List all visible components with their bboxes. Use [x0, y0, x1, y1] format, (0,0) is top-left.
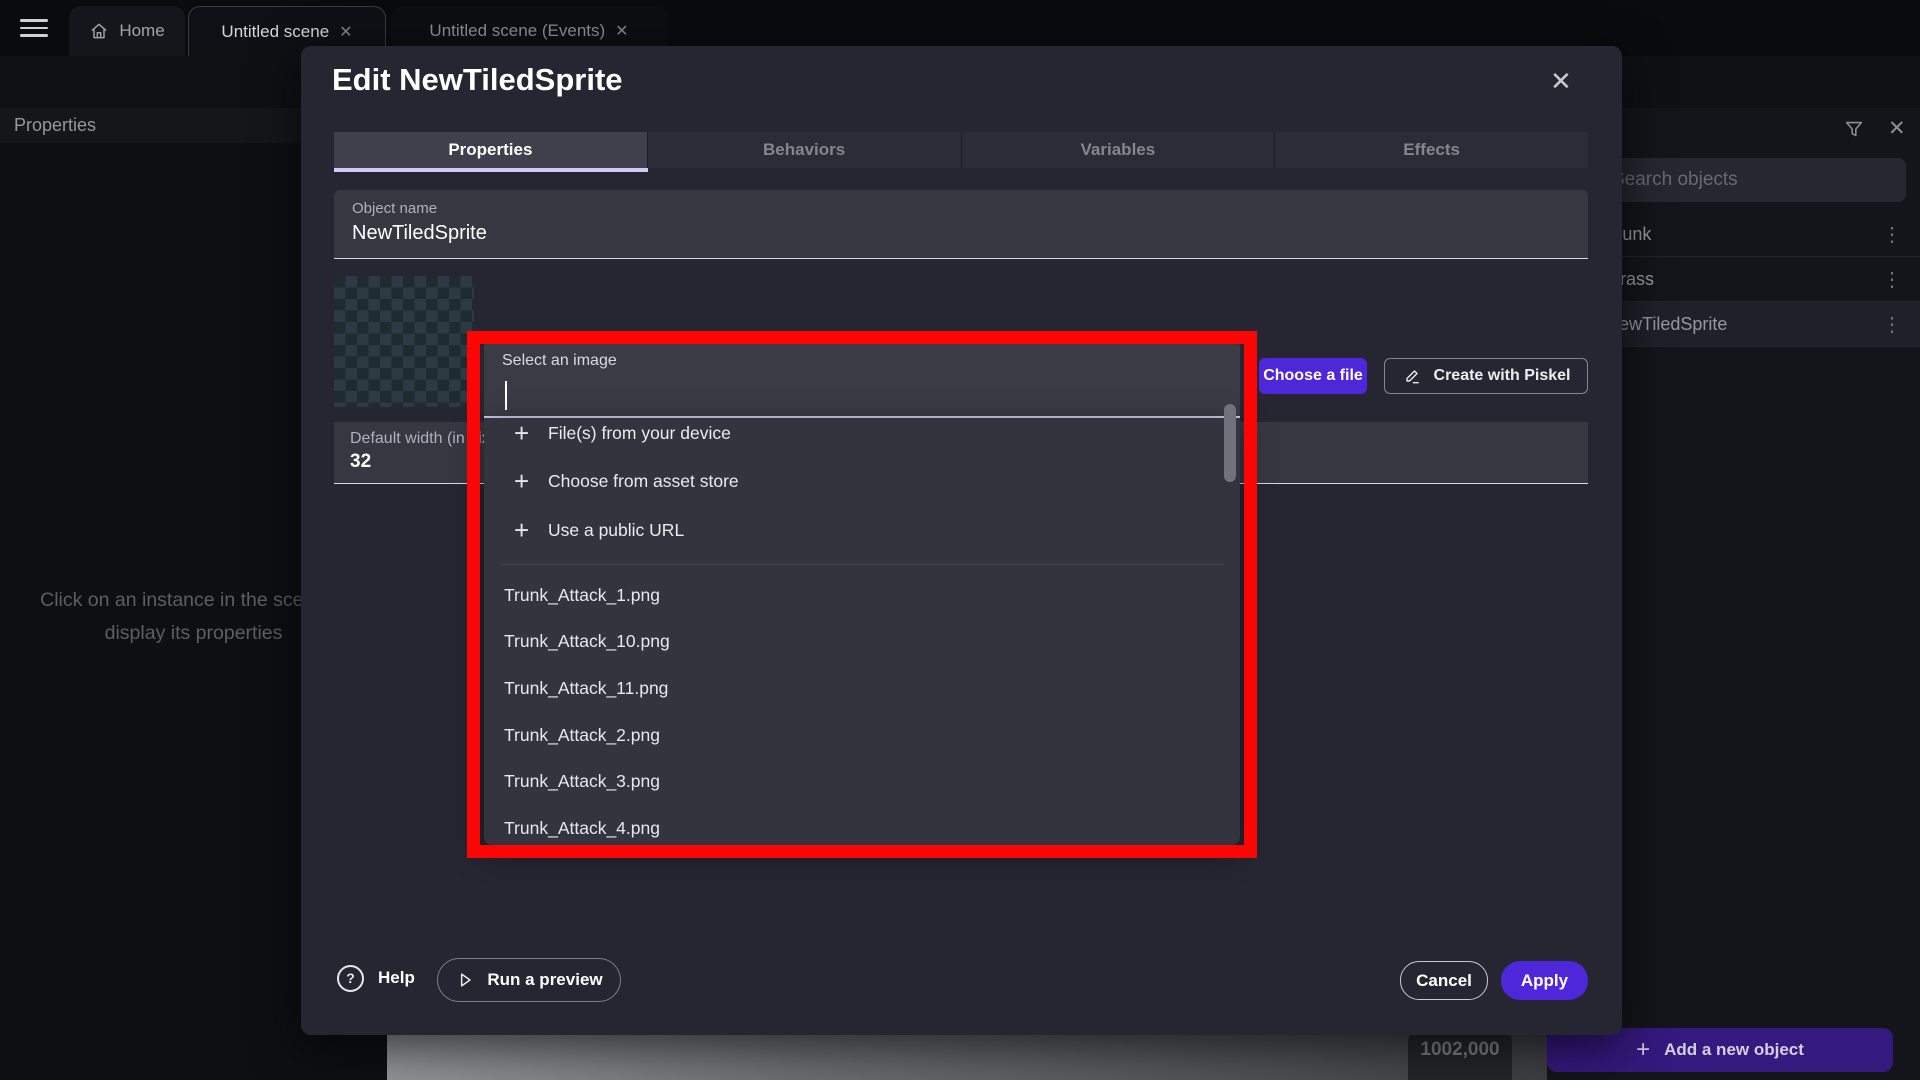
annotation-highlight-rectangle [467, 331, 1257, 858]
pencil-icon [1402, 366, 1422, 386]
active-tab-underline [334, 168, 648, 172]
default-width-value[interactable]: 32 [350, 451, 371, 473]
object-name-value[interactable]: NewTiledSprite [352, 222, 487, 245]
scene-canvas-edge [387, 1035, 1547, 1080]
tab-properties[interactable]: Properties [334, 132, 647, 168]
tab-scene-close-icon[interactable]: ✕ [339, 22, 352, 42]
dialog-close-icon[interactable]: ✕ [1550, 68, 1572, 94]
tab-home-label: Home [119, 21, 164, 41]
tab-events-label: Untitled scene (Events) [429, 21, 605, 41]
tab-effects[interactable]: Effects [1274, 132, 1588, 168]
object-row-menu-icon[interactable]: ⋮ [1882, 222, 1902, 247]
dialog-title: Edit NewTiledSprite [332, 62, 623, 98]
object-row-menu-icon[interactable]: ⋮ [1882, 312, 1902, 337]
play-icon [455, 970, 475, 990]
run-preview-button[interactable]: Run a preview [437, 958, 621, 1002]
object-name: NewTiledSprite [1606, 314, 1727, 335]
cancel-button[interactable]: Cancel [1400, 961, 1488, 1000]
objects-panel-close-icon[interactable]: ✕ [1888, 116, 1906, 141]
field-underline [334, 258, 1588, 259]
object-row-menu-icon[interactable]: ⋮ [1882, 267, 1902, 292]
tab-behaviors[interactable]: Behaviors [647, 132, 961, 168]
choose-a-file-button[interactable]: Choose a file [1259, 358, 1367, 394]
search-objects-input[interactable]: Search objects [1598, 158, 1906, 202]
cursor-coordinates-badge: 1002,000 [1408, 1031, 1512, 1080]
properties-panel-title: Properties [14, 115, 96, 136]
question-mark-icon: ? [337, 965, 364, 992]
gdevelop-app-window: Home Untitled scene ✕ Untitled scene (Ev… [0, 0, 1920, 1080]
dialog-tabs: Properties Behaviors Variables Effects [334, 132, 1588, 168]
help-button[interactable]: ? Help [337, 962, 415, 994]
sprite-preview-checkerboard [334, 276, 474, 407]
tab-events-close-icon[interactable]: ✕ [615, 21, 628, 41]
create-with-piskel-button[interactable]: Create with Piskel [1384, 358, 1588, 394]
object-name-label: Object name [352, 200, 437, 217]
home-icon [89, 21, 109, 41]
filter-icon[interactable] [1843, 118, 1865, 140]
tab-scene-label: Untitled scene [221, 22, 329, 42]
tab-variables[interactable]: Variables [961, 132, 1275, 168]
hamburger-menu-button[interactable] [20, 19, 48, 37]
apply-button[interactable]: Apply [1501, 961, 1588, 1000]
object-name-field[interactable]: Object name NewTiledSprite [334, 190, 1588, 258]
plus-icon: + [1636, 1036, 1650, 1064]
tab-home[interactable]: Home [69, 6, 185, 56]
